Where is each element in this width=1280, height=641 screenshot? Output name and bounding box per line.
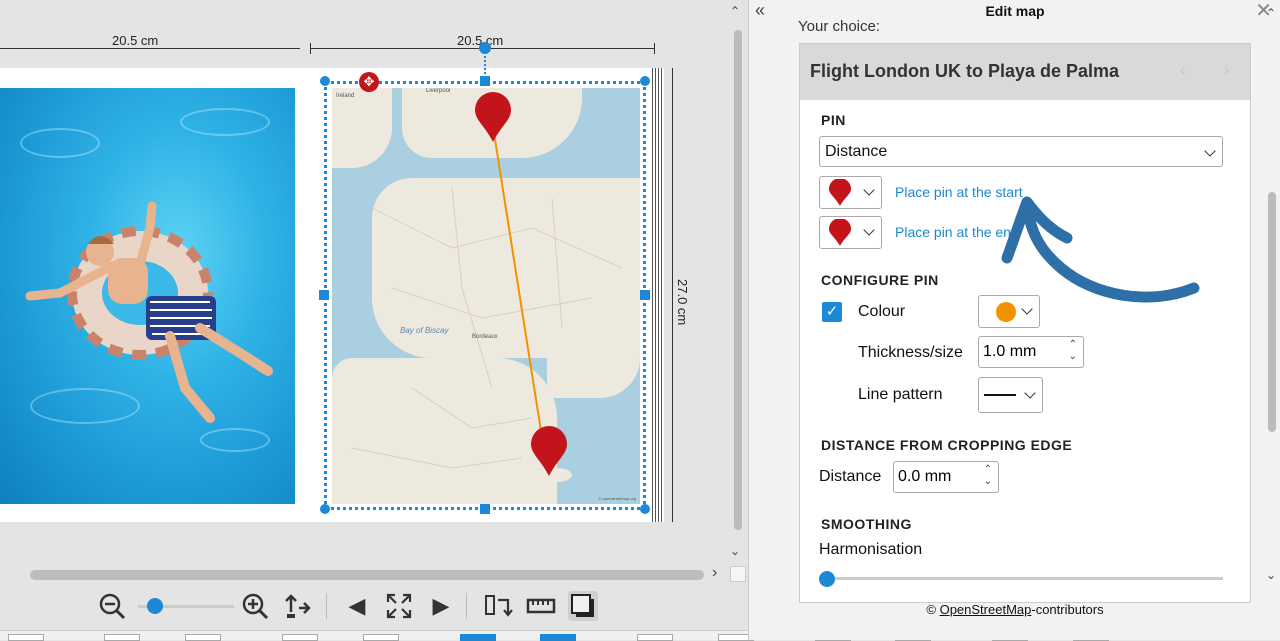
vertical-scrollbar[interactable]: ⌃ ⌄ [730,4,744,558]
panel-scrollbar[interactable]: ⌃ ⌄ [1266,6,1278,590]
harmonisation-slider-knob[interactable] [819,571,835,587]
distance-section-label: DISTANCE FROM CROPPING EDGE [821,437,1073,453]
swimmer-illustration [25,201,273,423]
smoothing-section-label: SMOOTHING [821,516,912,532]
map-settings-card: Flight London UK to Playa de Palma ‹ › P… [799,43,1251,603]
dimension-line-left [0,48,300,49]
place-end-pin-link[interactable]: Place pin at the en [895,224,1011,240]
toolbar-divider [326,593,327,619]
editor-canvas[interactable]: 20.5 cm 20.5 cm 27.0 cm Ireland Liverpoo… [0,0,748,640]
next-arrow-icon[interactable]: › [1224,62,1229,80]
left-page[interactable] [0,68,310,522]
prev-arrow-icon[interactable]: ‹ [1180,62,1185,80]
attribution-suffix: -contributors [1031,602,1104,617]
distance-value: 0.0 mm [898,468,952,485]
pin-mode-select[interactable]: Distance [819,136,1223,167]
stepper-arrows-icon[interactable]: ⌃ ⌄ [984,464,992,488]
bottom-toolbar: ◀ ▶ [0,585,748,629]
ruler-icon[interactable] [526,591,556,621]
scroll-up-icon[interactable]: ⌃ [730,4,740,18]
rotate-stem [484,52,486,78]
colour-label: Colour [858,303,906,320]
toolbar-divider [466,593,467,619]
end-pin-picker[interactable] [819,216,882,249]
your-choice-label: Your choice: [798,18,881,35]
start-pin-picker[interactable] [819,176,882,209]
swap-pages-icon[interactable] [484,591,514,621]
colour-checkbox[interactable]: ✓ [822,302,842,322]
resize-handle[interactable] [320,504,330,514]
chevron-down-icon [863,224,875,236]
page-stack-edge [650,68,664,522]
attribution-prefix: © [926,602,940,617]
prev-page-icon[interactable]: ◀ [342,591,372,621]
resize-handle[interactable] [640,76,650,86]
resize-handle[interactable] [480,504,490,514]
resize-handle[interactable] [320,76,330,86]
stepper-arrows-icon[interactable]: ⌃ ⌄ [1069,339,1077,363]
distance-label: Distance [819,468,882,485]
solid-line-icon [984,394,1016,396]
distance-stepper[interactable]: 0.0 mm ⌃ ⌄ [893,461,999,493]
line-pattern-select[interactable] [978,377,1043,413]
harmonisation-slider[interactable] [825,577,1223,580]
pin-icon [829,179,851,206]
osm-attribution: © OpenStreetMap-contributors [749,602,1280,617]
panel-scroll-thumb[interactable] [1268,192,1276,432]
thickness-value: 1.0 mm [983,343,1037,360]
chevron-down-icon [1024,387,1036,399]
thickness-stepper[interactable]: 1.0 mm ⌃ ⌄ [978,336,1084,368]
pool-photo[interactable] [0,88,295,504]
chevron-down-icon [1204,145,1216,157]
resize-handle[interactable] [319,290,329,300]
line-pattern-label: Line pattern [858,386,943,403]
dimension-left-label: 20.5 cm [108,33,163,48]
fullscreen-icon[interactable] [384,591,414,621]
horizontal-scrollbar[interactable] [30,570,704,580]
harmonisation-label: Harmonisation [819,541,923,558]
zoom-slider-knob[interactable] [147,598,163,614]
zoom-in-icon[interactable] [240,591,270,621]
pin-section-label: PIN [821,112,846,128]
curved-arrow-icon [1001,196,1200,303]
scroll-down-icon[interactable]: ⌄ [1266,568,1276,582]
zoom-out-icon[interactable] [97,591,127,621]
resize-handle[interactable] [640,504,650,514]
scroll-up-icon[interactable]: ⌃ [1266,6,1276,20]
next-page-icon[interactable]: ▶ [426,591,456,621]
scroll-thumb[interactable] [734,30,742,530]
dimension-height-label: 27.0 cm [675,275,690,330]
scroll-right-icon[interactable]: › [712,564,717,582]
scroll-corner [730,566,746,582]
pin-mode-value: Distance [825,143,888,160]
edit-map-panel: « Edit map ✕ Your choice: Flight London … [748,0,1280,640]
resize-handle[interactable] [640,290,650,300]
fit-icon[interactable] [282,591,312,621]
chevron-down-icon [863,184,875,196]
rotate-handle[interactable] [479,42,491,54]
openstreetmap-link[interactable]: OpenStreetMap [940,602,1032,617]
thickness-label: Thickness/size [858,344,963,361]
dimension-line-vertical [672,68,673,522]
dimension-tick [654,43,655,54]
selection-frame[interactable] [324,81,646,510]
pin-icon [829,219,851,246]
move-icon[interactable]: ✥ [359,72,379,92]
configure-pin-label: CONFIGURE PIN [821,272,939,288]
dimension-tick [310,43,311,54]
shadow-icon[interactable] [568,591,598,621]
panel-title: Edit map [985,3,1045,19]
scroll-down-icon[interactable]: ⌄ [730,544,740,558]
